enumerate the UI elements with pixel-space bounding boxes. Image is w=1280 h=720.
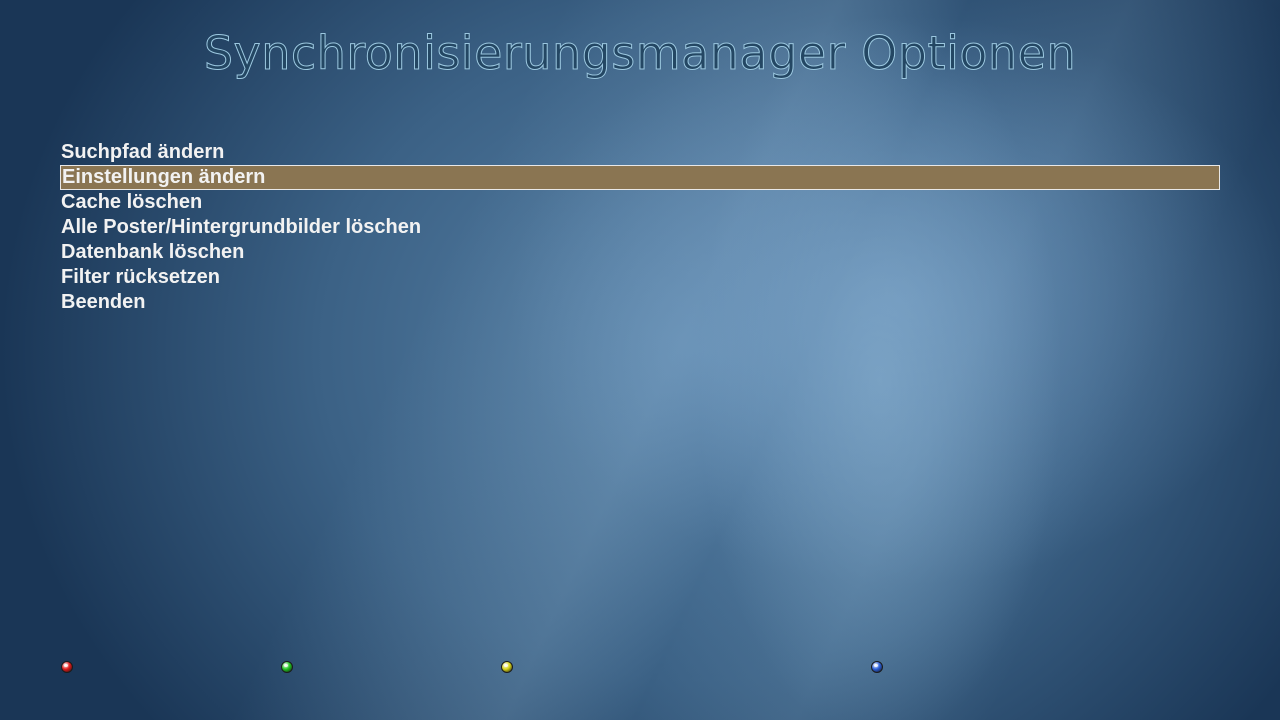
- menu-item-delete-all-posters-backdrops[interactable]: Alle Poster/Hintergrundbilder löschen: [60, 215, 1220, 240]
- page-title: Synchronisierungsmanager Optionen: [203, 26, 1077, 81]
- menu-item-delete-database[interactable]: Datenbank löschen: [60, 240, 1220, 265]
- menu-item-clear-cache[interactable]: Cache löschen: [60, 190, 1220, 215]
- yellow-button-icon[interactable]: [501, 661, 513, 673]
- options-menu: Suchpfad ändern Einstellungen ändern Cac…: [60, 140, 1220, 315]
- menu-item-exit[interactable]: Beenden: [60, 290, 1220, 315]
- menu-item-reset-filter[interactable]: Filter rücksetzen: [60, 265, 1220, 290]
- menu-item-change-search-path[interactable]: Suchpfad ändern: [60, 140, 1220, 165]
- green-button-icon[interactable]: [281, 661, 293, 673]
- red-button-icon[interactable]: [61, 661, 73, 673]
- menu-item-change-settings[interactable]: Einstellungen ändern: [60, 165, 1220, 190]
- blue-button-icon[interactable]: [871, 661, 883, 673]
